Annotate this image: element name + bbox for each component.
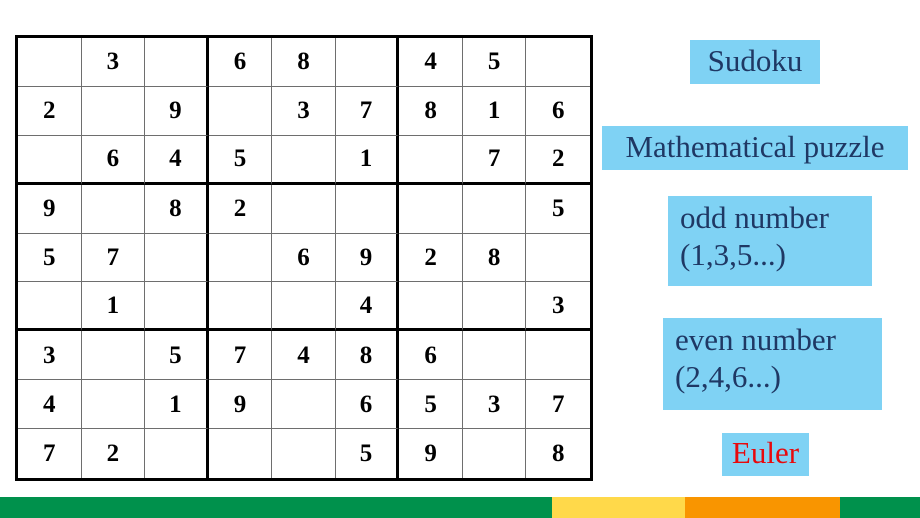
sudoku-cell-r2c7[interactable]: 8 [399,86,463,136]
sudoku-cell-r7c9[interactable] [526,331,590,381]
sudoku-cell-r7c3[interactable]: 5 [145,331,209,381]
sudoku-cell-r2c2[interactable] [81,86,146,136]
sudoku-cell-r2c4[interactable] [208,86,273,136]
sudoku-cell-r1c3[interactable] [145,38,209,87]
sudoku-cell-r8c1[interactable]: 4 [18,380,82,430]
sudoku-cell-r2c1[interactable]: 2 [18,86,82,136]
bottom-decorative-bar [0,497,920,518]
sudoku-cell-r9c5[interactable] [272,429,336,478]
sudoku-cell-r8c3[interactable]: 1 [145,380,209,430]
sudoku-cell-r7c2[interactable] [81,331,146,381]
sudoku-cell-r7c7[interactable]: 6 [399,331,463,381]
sudoku-cell-r4c2[interactable] [81,184,146,234]
sudoku-cell-r1c9[interactable] [526,38,590,87]
sudoku-cell-r2c8[interactable]: 1 [462,86,527,136]
sudoku-cell-r3c8[interactable]: 7 [462,135,527,185]
sudoku-cell-r1c8[interactable]: 5 [462,38,527,87]
label-euler: Euler [722,433,809,476]
sudoku-cell-r3c1[interactable] [18,135,82,185]
sudoku-cell-r1c6[interactable] [335,38,400,87]
sudoku-cell-r8c2[interactable] [81,380,146,430]
sudoku-cell-r3c6[interactable]: 1 [335,135,400,185]
sudoku-cell-r6c3[interactable] [145,282,209,332]
sudoku-cell-r7c5[interactable]: 4 [272,331,336,381]
sudoku-cell-r4c1[interactable]: 9 [18,184,82,234]
sudoku-cell-r9c6[interactable]: 5 [335,429,400,478]
sudoku-cell-r9c4[interactable] [208,429,273,478]
sudoku-cell-r8c8[interactable]: 3 [462,380,527,430]
sudoku-cell-r8c5[interactable] [272,380,336,430]
sudoku-cell-r8c7[interactable]: 5 [399,380,463,430]
sudoku-cell-r1c7[interactable]: 4 [399,38,463,87]
bottom-bar-segment-green-left [0,497,552,518]
sudoku-cell-r7c6[interactable]: 8 [335,331,400,381]
sudoku-cell-r9c3[interactable] [145,429,209,478]
sudoku-cell-r2c6[interactable]: 7 [335,86,400,136]
sudoku-cell-r4c9[interactable]: 5 [526,184,590,234]
sudoku-cell-r7c8[interactable] [462,331,527,381]
sudoku-cell-r6c6[interactable]: 4 [335,282,400,332]
sudoku-cell-r5c3[interactable] [145,233,209,283]
sudoku-grid[interactable]: 3684529378166451729825576928143357486419… [15,35,593,481]
sudoku-cell-r6c9[interactable]: 3 [526,282,590,332]
sudoku-cell-r8c9[interactable]: 7 [526,380,590,430]
sudoku-cell-r1c5[interactable]: 8 [272,38,336,87]
sudoku-cell-r2c9[interactable]: 6 [526,86,590,136]
sudoku-cell-r9c9[interactable]: 8 [526,429,590,478]
sudoku-cell-r9c1[interactable]: 7 [18,429,82,478]
sudoku-cell-r4c8[interactable] [462,184,527,234]
sudoku-cell-r2c3[interactable]: 9 [145,86,209,136]
sudoku-cell-r6c5[interactable] [272,282,336,332]
sudoku-cell-r1c1[interactable] [18,38,82,87]
sudoku-cell-r5c9[interactable] [526,233,590,283]
bottom-bar-segment-orange [685,497,840,518]
sudoku-cell-r6c1[interactable] [18,282,82,332]
sudoku-cell-r8c6[interactable]: 6 [335,380,400,430]
sudoku-cell-r1c4[interactable]: 6 [208,38,273,87]
sudoku-cell-r9c8[interactable] [462,429,527,478]
sudoku-cell-r7c1[interactable]: 3 [18,331,82,381]
slide-canvas: 3684529378166451729825576928143357486419… [0,0,920,518]
sudoku-cell-r5c8[interactable]: 8 [462,233,527,283]
sudoku-cell-r5c5[interactable]: 6 [272,233,336,283]
sudoku-cell-r4c7[interactable] [399,184,463,234]
label-even-number: even number (2,4,6...) [663,318,882,410]
sudoku-cell-r3c2[interactable]: 6 [81,135,146,185]
sudoku-cell-r3c3[interactable]: 4 [145,135,209,185]
sudoku-cell-r3c4[interactable]: 5 [208,135,273,185]
sudoku-cell-r7c4[interactable]: 7 [208,331,273,381]
sudoku-cell-r6c2[interactable]: 1 [81,282,146,332]
sudoku-cell-r4c3[interactable]: 8 [145,184,209,234]
sudoku-cell-r3c9[interactable]: 2 [526,135,590,185]
sudoku-cell-r1c2[interactable]: 3 [81,38,146,87]
bottom-bar-segment-yellow [552,497,685,518]
sudoku-cell-r3c5[interactable] [272,135,336,185]
sudoku-cell-r6c4[interactable] [208,282,273,332]
sudoku-cell-r2c5[interactable]: 3 [272,86,336,136]
sudoku-cell-r3c7[interactable] [399,135,463,185]
sudoku-cell-r6c8[interactable] [462,282,527,332]
sudoku-cell-r5c7[interactable]: 2 [399,233,463,283]
sudoku-cell-r4c6[interactable] [335,184,400,234]
sudoku-cell-r4c5[interactable] [272,184,336,234]
label-odd-number: odd number (1,3,5...) [668,196,872,286]
sudoku-cell-r5c1[interactable]: 5 [18,233,82,283]
sudoku-cell-r9c7[interactable]: 9 [399,429,463,478]
sudoku-cell-r8c4[interactable]: 9 [208,380,273,430]
sudoku-cell-r4c4[interactable]: 2 [208,184,273,234]
sudoku-cell-r6c7[interactable] [399,282,463,332]
sudoku-cell-r9c2[interactable]: 2 [81,429,146,478]
label-mathematical-puzzle: Mathematical puzzle [602,126,908,170]
sudoku-cell-r5c2[interactable]: 7 [81,233,146,283]
sudoku-cell-r5c4[interactable] [208,233,273,283]
bottom-bar-segment-green-right [840,497,920,518]
sudoku-cell-r5c6[interactable]: 9 [335,233,400,283]
label-sudoku: Sudoku [690,40,820,84]
